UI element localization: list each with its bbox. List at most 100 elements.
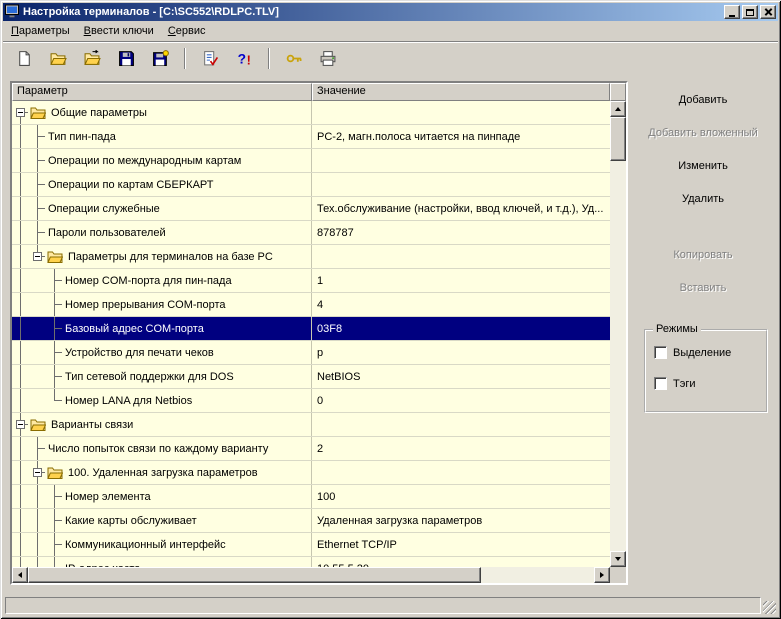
tree-row[interactable]: Параметры для терминалов на базе PC (12, 245, 610, 269)
tree-row[interactable]: IP-адрес хоста10.55.5.20 (12, 557, 610, 567)
collapse-icon[interactable] (33, 252, 42, 261)
tree-row[interactable]: 100. Удаленная загрузка параметров (12, 461, 610, 485)
verify-button[interactable] (197, 46, 223, 71)
close-button[interactable] (760, 5, 776, 19)
horizontal-scrollbar[interactable] (12, 567, 610, 583)
tree-row[interactable]: Число попыток связи по каждому варианту 2 (12, 437, 610, 461)
param-cell: Параметры для терминалов на базе PC (12, 245, 312, 268)
toolbar: ?! (3, 42, 778, 73)
param-label: Операции по картам СБЕРКАРТ (48, 178, 214, 191)
menu-item-1[interactable]: Параметры (4, 22, 77, 40)
tree-row[interactable]: Номер прерывания COM-порта 4 (12, 293, 610, 317)
edit-button[interactable]: Изменить (635, 155, 771, 177)
param-label: Номер элемента (65, 490, 151, 503)
paste-button[interactable]: Вставить (635, 277, 771, 299)
tree-guide (29, 485, 46, 508)
menu-item-2[interactable]: Ввести ключи (77, 22, 161, 40)
value-cell (312, 413, 610, 436)
value-cell: 4 (312, 293, 610, 316)
column-header-param[interactable]: Параметр (12, 83, 312, 101)
value-cell: 03F8 (312, 317, 610, 340)
new-document-button[interactable] (11, 46, 37, 71)
horizontal-scroll-thumb[interactable] (28, 567, 481, 583)
tree-row[interactable]: Номер LANA для Netbios 0 (12, 389, 610, 413)
delete-button[interactable]: Удалить (635, 188, 771, 210)
tree-row[interactable]: Общие параметры (12, 101, 610, 125)
save-all-button[interactable] (147, 46, 173, 71)
horizontal-scroll-track[interactable] (28, 567, 594, 583)
import-file-button[interactable] (79, 46, 105, 71)
copy-button[interactable]: Копировать (635, 244, 771, 266)
add-nested-button[interactable]: Добавить вложенный (635, 122, 771, 144)
tree-row[interactable]: Пароли пользователей 878787 (12, 221, 610, 245)
tree-row[interactable]: Номер элемента 100 (12, 485, 610, 509)
value-cell (312, 245, 610, 268)
value-label: p (317, 346, 324, 359)
param-cell: Пароли пользователей (12, 221, 312, 244)
print-button[interactable] (315, 46, 341, 71)
tree-row[interactable]: Базовый адрес COM-порта 03F8 (12, 317, 610, 341)
minimize-button[interactable] (724, 5, 740, 19)
collapse-icon[interactable] (16, 420, 25, 429)
collapse-icon[interactable] (16, 108, 25, 117)
add-button[interactable]: Добавить (635, 89, 771, 111)
param-cell: Коммуникационный интерфейс (12, 533, 312, 556)
value-label: NetBIOS (317, 370, 361, 383)
value-label: 2 (317, 442, 324, 455)
tree-guide (12, 533, 29, 556)
value-label: Тех.обслуживание (настройки, ввод ключей… (317, 202, 604, 215)
save-button[interactable] (113, 46, 139, 71)
param-cell: Операции по картам СБЕРКАРТ (12, 173, 312, 196)
value-cell: Тех.обслуживание (настройки, ввод ключей… (312, 197, 610, 220)
scroll-down-button[interactable] (610, 551, 626, 567)
save-all-icon (152, 49, 169, 67)
tree-connector (46, 533, 63, 556)
help-check-button[interactable]: ?! (231, 46, 257, 71)
keys-button[interactable] (281, 46, 307, 71)
param-cell: Число попыток связи по каждому варианту (12, 437, 312, 460)
tree-row[interactable]: Тип сетевой поддержки для DOS NetBIOS (12, 365, 610, 389)
tree-connector (46, 389, 63, 412)
tree-row[interactable]: Какие карты обслуживает Удаленная загрузк… (12, 509, 610, 533)
tree-row[interactable]: Номер COM-порта для пин-пада 1 (12, 269, 610, 293)
open-file-button[interactable] (45, 46, 71, 71)
tree-row[interactable]: Тип пин-пада PC-2, магн.полоса читается н… (12, 125, 610, 149)
value-cell: PC-2, магн.полоса читается на пинпаде (312, 125, 610, 148)
resize-grip-icon[interactable] (763, 601, 776, 614)
value-label: 1 (317, 274, 324, 287)
minimize-icon (729, 14, 735, 17)
param-label: Устройство для печати чеков (65, 346, 214, 359)
tree-row[interactable]: Операции служебные Тех.обслуживание (наст… (12, 197, 610, 221)
tree-row[interactable]: Устройство для печати чеков p (12, 341, 610, 365)
checkbox-label: Тэги (673, 377, 696, 390)
scroll-left-button[interactable] (12, 567, 28, 583)
tree-row[interactable]: Операции по международным картам (12, 149, 610, 173)
param-label: Номер LANA для Netbios (65, 394, 193, 407)
tree-guide (12, 317, 29, 340)
vertical-scrollbar[interactable] (610, 101, 626, 567)
tree-guide (12, 269, 29, 292)
tree-rows: Общие параметры Тип пин-пада PC-2, магн.по… (12, 101, 610, 567)
vertical-scroll-track[interactable] (610, 117, 626, 551)
value-label: 4 (317, 298, 324, 311)
maximize-icon (746, 8, 754, 16)
checkbox[interactable] (654, 377, 667, 390)
collapse-icon[interactable] (33, 468, 42, 477)
vertical-scroll-thumb[interactable] (610, 117, 626, 161)
maximize-button[interactable] (742, 5, 758, 19)
tree-connector (46, 509, 63, 532)
checkbox[interactable] (654, 346, 667, 359)
param-cell: 100. Удаленная загрузка параметров (12, 461, 312, 484)
folder-icon (47, 250, 63, 264)
titlebar: Настройка терминалов - [C:\SC552\RDLPC.T… (3, 3, 778, 21)
modes-checkboxes: Выделение Тэги (646, 346, 766, 390)
column-header-value[interactable]: Значение (312, 83, 610, 101)
menu-item-3[interactable]: Сервис (161, 22, 213, 40)
param-label: Пароли пользователей (48, 226, 166, 239)
param-cell: Операции по международным картам (12, 149, 312, 172)
tree-row[interactable]: Операции по картам СБЕРКАРТ (12, 173, 610, 197)
scroll-right-button[interactable] (594, 567, 610, 583)
tree-row[interactable]: Коммуникационный интерфейс Ethernet TCP/I… (12, 533, 610, 557)
scroll-up-button[interactable] (610, 101, 626, 117)
tree-row[interactable]: Варианты связи (12, 413, 610, 437)
